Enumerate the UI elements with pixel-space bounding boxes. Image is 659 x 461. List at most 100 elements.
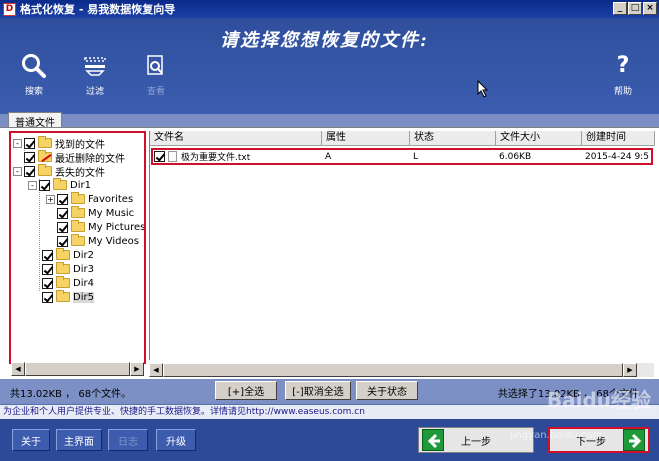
checkbox[interactable]: [42, 277, 53, 289]
tree-item[interactable]: Dir2: [42, 248, 94, 262]
folder-icon: [71, 206, 85, 218]
checkbox[interactable]: [39, 179, 50, 191]
tree-item[interactable]: - 丢失的文件: [13, 164, 105, 179]
close-icon[interactable]: ×: [643, 2, 657, 15]
folder-icon: [38, 164, 52, 176]
tree-item-selected[interactable]: Dir5: [42, 290, 94, 304]
selected-summary: 共选择了13.02KB ， 68个文件。: [497, 389, 649, 400]
tab-strip: 普通文件: [8, 112, 62, 129]
column-header-size[interactable]: 文件大小: [496, 131, 582, 146]
list-horizontal-scrollbar[interactable]: ◀ ▶: [149, 363, 654, 377]
log-button[interactable]: 日志: [108, 429, 148, 451]
arrow-left-icon: [422, 429, 444, 451]
collapse-icon[interactable]: -: [13, 138, 22, 148]
table-row[interactable]: 极为重要文件.txt A L 6.06KB 2015-4-24 9:5: [151, 148, 653, 165]
scroll-thumb[interactable]: [25, 362, 130, 376]
column-header-name[interactable]: 文件名: [150, 131, 322, 146]
tree-item-label: Dir5: [73, 291, 94, 303]
tree-item-label: 丢失的文件: [55, 167, 105, 179]
about-status-button[interactable]: 关于状态: [356, 381, 418, 400]
mouse-cursor-icon: [477, 80, 489, 98]
tree-item[interactable]: - Dir1: [28, 178, 91, 192]
tab-normal-files[interactable]: 普通文件: [8, 112, 62, 129]
search-button[interactable]: 搜索: [14, 52, 54, 97]
checkbox[interactable]: [154, 151, 165, 162]
cell-name: 极为重要文件.txt: [181, 153, 251, 163]
tree-item-label: My Pictures: [88, 221, 146, 233]
checkbox[interactable]: [24, 165, 35, 177]
tree-item-label: My Music: [88, 207, 135, 219]
deleted-folder-icon: [38, 150, 52, 162]
tree-item-label: Favorites: [88, 193, 134, 205]
tree-item[interactable]: + Favorites: [46, 192, 133, 206]
tree-item-label: Dir1: [70, 179, 91, 191]
total-summary: 共13.02KB ， 68个文件。: [10, 389, 132, 400]
tree-item[interactable]: Dir4: [42, 276, 94, 290]
checkbox[interactable]: [57, 193, 68, 205]
scroll-thumb[interactable]: [163, 363, 623, 377]
checkbox[interactable]: [42, 263, 53, 275]
tree-item-label: Dir3: [73, 263, 94, 275]
filter-button[interactable]: 过滤: [75, 52, 115, 97]
tree-item[interactable]: Dir3: [42, 262, 94, 276]
page-title: 请选择您想恢复的文件:: [220, 30, 429, 51]
info-bar: 为企业和个人用户提供专业、快捷的手工数据恢复。详情请见http://www.ea…: [0, 404, 659, 419]
scroll-right-icon[interactable]: ▶: [130, 362, 144, 376]
filter-label: 过滤: [85, 87, 104, 97]
checkbox[interactable]: [42, 249, 53, 261]
tree-item[interactable]: My Videos: [57, 234, 139, 248]
view-button[interactable]: 查看: [136, 52, 176, 97]
expand-icon[interactable]: +: [46, 194, 55, 204]
checkbox[interactable]: [57, 207, 68, 219]
tree-item[interactable]: My Music: [57, 206, 134, 220]
main-ui-button[interactable]: 主界面: [56, 429, 102, 451]
view-icon: [147, 55, 163, 75]
cell-attr: A: [325, 151, 332, 162]
folder-icon: [56, 248, 70, 260]
checkbox[interactable]: [42, 291, 53, 303]
maximize-icon[interactable]: □: [628, 2, 642, 15]
checkbox[interactable]: [57, 221, 68, 233]
minimize-icon[interactable]: _: [613, 2, 627, 15]
prev-label: 上一步: [461, 436, 491, 448]
scroll-right-icon[interactable]: ▶: [623, 363, 637, 377]
cell-status: L: [413, 151, 419, 162]
scroll-left-icon[interactable]: ◀: [149, 363, 163, 377]
tree-item-label: Dir2: [73, 249, 94, 261]
search-label: 搜索: [24, 87, 43, 97]
column-header-attr[interactable]: 属性: [322, 131, 410, 146]
tree-guide-line: [39, 179, 40, 291]
folder-icon: [56, 276, 70, 288]
tree-item[interactable]: My Pictures: [57, 220, 146, 234]
deselect-all-button[interactable]: [-]取消全选: [285, 381, 351, 400]
header-banner: 请选择您想恢复的文件: 搜索 过滤 查看 ? 帮助: [0, 18, 659, 114]
tree-horizontal-scrollbar[interactable]: ◀ ▶: [11, 362, 144, 376]
checkbox[interactable]: [24, 137, 35, 149]
column-header-created[interactable]: 创建时间: [582, 131, 655, 146]
text-file-icon: [168, 151, 177, 162]
column-header-status[interactable]: 状态: [410, 131, 496, 146]
help-button[interactable]: ? 帮助: [603, 52, 643, 97]
app-logo-icon: D: [3, 2, 16, 16]
folder-tree[interactable]: - 找到的文件 最近删除的文件 - 丢失的文件 - Dir1 + Favorit…: [9, 131, 146, 364]
file-list[interactable]: 文件名 属性 状态 文件大小 创建时间 极为重要文件.txt A L 6.06K…: [149, 131, 655, 360]
tree-item[interactable]: - 找到的文件: [13, 136, 105, 151]
select-all-button[interactable]: [+]全选: [215, 381, 277, 400]
status-bar: 共13.02KB ， 68个文件。 [+]全选 [-]取消全选 关于状态 共选择…: [0, 380, 659, 402]
checkbox[interactable]: [57, 235, 68, 247]
watermark-url: jingyan.baidu.com: [510, 430, 603, 441]
tree-item-label: My Videos: [88, 235, 139, 247]
tree-item-label: Dir4: [73, 277, 94, 289]
collapse-icon[interactable]: -: [28, 180, 37, 190]
title-bar: D 格式化恢复 - 易我数据恢复向导 _ □ ×: [0, 0, 659, 18]
checkbox[interactable]: [24, 151, 35, 163]
scroll-left-icon[interactable]: ◀: [11, 362, 25, 376]
folder-icon: [71, 192, 85, 204]
upgrade-button[interactable]: 升级: [156, 429, 196, 451]
help-icon: ?: [616, 53, 630, 78]
tree-item[interactable]: 最近删除的文件: [24, 150, 125, 165]
collapse-icon[interactable]: -: [13, 166, 22, 176]
folder-icon: [38, 136, 52, 148]
folder-icon: [56, 290, 70, 302]
about-button[interactable]: 关于: [12, 429, 50, 451]
